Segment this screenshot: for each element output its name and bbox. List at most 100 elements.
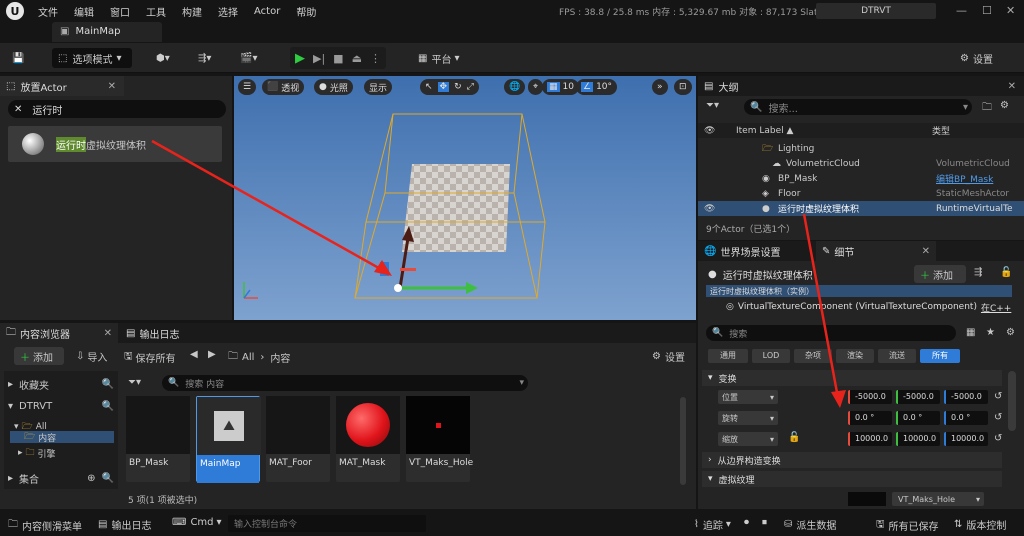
filter-misc[interactable]: 杂项 (794, 349, 832, 363)
forward-icon[interactable]: ▶ (208, 349, 216, 360)
outliner-row-lighting[interactable]: 🗁 Lighting (698, 141, 1024, 156)
save-all-button[interactable]: 🖫 保存所有 (124, 349, 176, 366)
scale-dropdown[interactable]: 缩放 ▾ (718, 432, 778, 446)
blueprint-icon[interactable]: ⇶ (974, 267, 982, 278)
blueprint-icon[interactable]: ⇶▾ (198, 48, 211, 68)
add-folder-icon[interactable]: 🗀 (982, 100, 992, 117)
menu-window[interactable]: 窗口 (110, 4, 130, 19)
rotation-y-field[interactable]: 0.0 ° (896, 411, 940, 425)
import-button[interactable]: ⇩ 导入 (76, 349, 107, 364)
output-log-button[interactable]: ▤ 输出日志 (98, 517, 151, 532)
tab-details[interactable]: ✎ 细节 ✕ (816, 241, 936, 261)
filter-render[interactable]: 渲染 (836, 349, 874, 363)
search-icon[interactable]: 🔍 (102, 473, 114, 484)
asset-scrollbar[interactable] (680, 397, 686, 485)
stop-icon[interactable]: ■ (333, 52, 343, 65)
details-scrollbar[interactable] (1008, 371, 1016, 431)
tab-content-browser[interactable]: 🗀 内容浏览器 ✕ (0, 323, 118, 343)
search-icon[interactable]: 🔍 (102, 401, 114, 412)
menu-tools[interactable]: 工具 (146, 4, 166, 19)
table-view-icon[interactable]: ▦ (966, 327, 975, 338)
virtual-texture-section[interactable]: ▾ 虚拟纹理 (702, 471, 1002, 487)
all-saved-button[interactable]: 🖫 所有已保存 (876, 517, 939, 534)
search-icon[interactable]: 🔍 (102, 379, 114, 390)
location-y-field[interactable]: -5000.0 (896, 390, 940, 404)
place-actor-item-rvt-volume[interactable]: 运行时 虚拟纹理体积 (8, 126, 222, 162)
eye-icon[interactable]: 👁 (704, 204, 762, 214)
minimize-icon[interactable]: — (956, 4, 967, 17)
tree-engine[interactable]: ▸ 🗀 引擎 (18, 445, 56, 461)
reset-icon[interactable]: ↺ (994, 412, 1002, 423)
menu-edit[interactable]: 编辑 (74, 4, 94, 19)
platform-button[interactable]: ▦ 平台 ▾ (418, 48, 459, 68)
filter-all[interactable]: 所有 (920, 349, 960, 363)
menu-build[interactable]: 构建 (182, 4, 202, 19)
outliner-tab[interactable]: ▤ 大纲 ✕ (698, 76, 1024, 96)
star-icon[interactable]: ★ (986, 327, 995, 338)
outliner-row-volumetriccloud[interactable]: ☁ VolumetricCloud VolumetricCloud (698, 156, 1024, 171)
asset-mainmap[interactable]: ⛰ MainMap (196, 396, 261, 483)
add-content-icon[interactable]: ⬢▾ (156, 48, 170, 68)
transform-section-header[interactable]: ▾ 变换 (702, 370, 1002, 386)
filter-general[interactable]: 通用 (708, 349, 748, 363)
add-button[interactable]: ＋添加 (14, 347, 64, 365)
rotation-z-field[interactable]: 0.0 ° (944, 411, 988, 425)
place-actor-search-input[interactable]: ✕ 运行时 (8, 100, 226, 118)
asset-mat-foor[interactable]: MAT_Foor (266, 396, 330, 482)
save-icon[interactable]: 💾 (12, 48, 24, 68)
add-component-button[interactable]: ＋添加 (914, 265, 966, 283)
place-actor-tab[interactable]: ⬚ 放置Actor ✕ (0, 76, 124, 96)
breadcrumb-content[interactable]: 内容 (270, 350, 290, 365)
tab-world-settings[interactable]: 🌐 世界场景设置 (698, 241, 816, 261)
content-search-input[interactable]: 🔍 搜索 内容 ▾ (162, 375, 528, 391)
column-type[interactable]: 类型 (932, 124, 950, 137)
trace-button[interactable]: ⌇ 追踪 ▾ (694, 517, 731, 532)
project-header[interactable]: ▾ DTRVT 🔍 (8, 401, 114, 412)
filter-icon[interactable]: ⏷▾ (128, 377, 141, 388)
outliner-row-rvt-volume[interactable]: 👁 ● 运行时虚拟纹理体积 RuntimeVirtualTe (698, 201, 1024, 216)
eject-icon[interactable]: ⏏ (352, 52, 362, 65)
lock-icon[interactable]: 🔓 (788, 432, 800, 443)
breadcrumb-all[interactable]: All (242, 352, 254, 363)
gear-icon[interactable]: ⚙ (1006, 327, 1015, 338)
menu-actor[interactable]: Actor (254, 6, 280, 17)
scale-x-field[interactable]: 10000.0 (848, 432, 892, 446)
cpp-link[interactable]: 在C++ (981, 301, 1011, 314)
mode-select-button[interactable]: ⬚ 选项模式 ▾ (52, 48, 132, 68)
rotation-dropdown[interactable]: 旋转 ▾ (718, 411, 778, 425)
location-x-field[interactable]: -5000.0 (848, 390, 892, 404)
close-icon[interactable]: ✕ (922, 246, 930, 257)
maximize-icon[interactable]: ☐ (982, 4, 992, 17)
settings-button[interactable]: ⚙ 设置 (960, 48, 993, 68)
play-icon[interactable]: ▶ (295, 51, 305, 66)
reset-icon[interactable]: ↺ (994, 391, 1002, 402)
asset-bp-mask[interactable]: BP_Mask (126, 396, 190, 482)
close-icon[interactable]: ✕ (1008, 81, 1016, 92)
filter-icon[interactable]: ⏷▾ (706, 100, 719, 111)
close-icon[interactable]: ✕ (108, 81, 116, 92)
back-icon[interactable]: ◀ (190, 349, 198, 360)
location-dropdown[interactable]: 位置 ▾ (718, 390, 778, 404)
scale-z-field[interactable]: 10000.0 (944, 432, 988, 446)
close-icon[interactable]: ✕ (104, 328, 112, 339)
derived-data-button[interactable]: ⛁ 派生数据 (784, 517, 836, 532)
column-item-label[interactable]: Item Label ▲ (736, 126, 932, 136)
content-drawer-button[interactable]: 🗀 内容侧滑菜单 (8, 517, 82, 534)
tree-content[interactable]: 🗁 内容 (10, 431, 114, 444)
vt-asset-dropdown[interactable]: VT_Maks_Hole ▾ (892, 492, 984, 506)
menu-file[interactable]: 文件 (38, 4, 58, 19)
console-input[interactable]: 输入控制台命令 (228, 515, 426, 532)
filter-streaming[interactable]: 流送 (878, 349, 916, 363)
stop-icon[interactable]: ⏹ (762, 517, 767, 528)
menu-help[interactable]: 帮助 (296, 4, 316, 19)
instance-row[interactable]: 运行时虚拟纹理体积（实例） (706, 285, 1012, 297)
menu-select[interactable]: 选择 (218, 4, 238, 19)
reset-icon[interactable]: ↺ (994, 433, 1002, 444)
asset-mat-mask[interactable]: MAT_Mask (336, 396, 400, 482)
close-icon[interactable]: ✕ (1006, 4, 1015, 17)
more-options-icon[interactable]: ⋮ (370, 52, 381, 65)
outliner-search-input[interactable]: 🔍 搜索... ▾ (744, 99, 972, 115)
collections-header[interactable]: ▸ 集合 ⊕ 🔍 (8, 471, 114, 486)
edit-blueprint-link[interactable]: 编辑BP_Mask (936, 172, 993, 185)
cmd-dropdown[interactable]: ⌨ Cmd ▾ (172, 517, 222, 528)
